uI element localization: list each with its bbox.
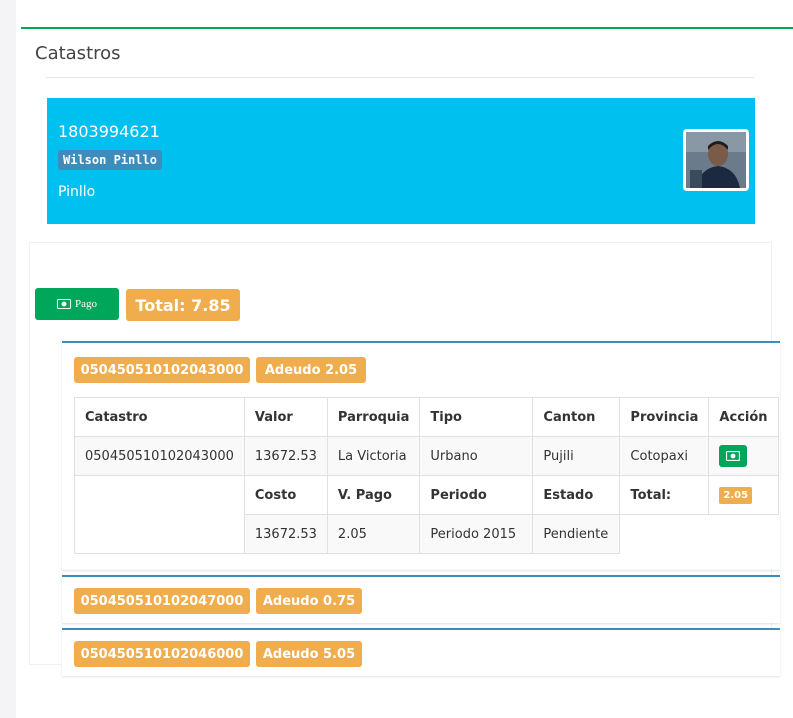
cell-costo: 13672.53 (243, 514, 328, 554)
table-row: 050450510102043000 13672.53 La Victoria … (74, 436, 779, 476)
adeudo-label: Adeudo 2.05 (256, 357, 366, 383)
catastro-code-label: 050450510102046000 (74, 641, 250, 667)
col-parroquia: Parroquia (326, 397, 421, 437)
cell-canton: Pujili (532, 436, 621, 476)
col-costo: Costo (243, 475, 328, 515)
cell-estado: Pendiente (532, 514, 621, 554)
cell-accion (708, 436, 779, 476)
pago-label: Pago (75, 298, 97, 310)
accordion-panel[interactable]: 050450510102047000 Adeudo 0.75 (62, 575, 780, 623)
empty-cell (619, 514, 709, 554)
col-total: Total: (619, 475, 710, 515)
cell-catastro: 050450510102043000 (74, 436, 245, 476)
catastro-table: Catastro Valor Parroquia Tipo Canton Pro… (74, 397, 779, 554)
cell-tipo: Urbano (419, 436, 534, 476)
avatar (683, 129, 749, 191)
cell-subtotal: 2.05 (708, 475, 779, 515)
col-vpago: V. Pago (326, 475, 421, 515)
profile-id: 1803994621 (58, 122, 160, 141)
pago-button[interactable]: Pago (35, 288, 119, 320)
pay-button[interactable] (719, 445, 748, 467)
profile-box: 1803994621 Wilson Pinllo Pinllo (47, 98, 755, 224)
table-subheader-row: Costo V. Pago Periodo Estado Total: 2.05 (74, 475, 779, 554)
card-title: Catastros (35, 43, 121, 64)
cell-valor: 13672.53 (243, 436, 328, 476)
avatar-image (686, 132, 746, 188)
cell-periodo: Periodo 2015 (419, 514, 534, 554)
col-valor: Valor (243, 397, 328, 437)
col-provincia: Provincia (619, 397, 710, 437)
col-tipo: Tipo (419, 397, 534, 437)
col-catastro: Catastro (74, 397, 245, 437)
cell-parroquia: La Victoria (326, 436, 421, 476)
accordion-panel[interactable]: 050450510102046000 Adeudo 5.05 (62, 628, 780, 676)
catastro-code-label: 050450510102047000 (74, 588, 250, 614)
col-canton: Canton (532, 397, 621, 437)
profile-subtitle: Pinllo (58, 184, 96, 200)
empty-cell (708, 514, 779, 554)
col-periodo: Periodo (419, 475, 534, 515)
accordion-panel[interactable]: 050450510102043000 Adeudo 2.05 Catastro … (62, 341, 780, 570)
profile-name-badge: Wilson Pinllo (58, 150, 162, 170)
subtotal-badge: 2.05 (719, 486, 753, 504)
money-icon (57, 299, 71, 309)
money-icon (726, 451, 741, 461)
empty-cell (74, 475, 245, 554)
adeudo-label: Adeudo 0.75 (256, 588, 362, 614)
col-estado: Estado (532, 475, 621, 515)
table-header-row: Catastro Valor Parroquia Tipo Canton Pro… (74, 397, 779, 437)
cell-provincia: Cotopaxi (619, 436, 710, 476)
cell-vpago: 2.05 (326, 514, 421, 554)
col-accion: Acción (708, 397, 779, 437)
divider (46, 77, 754, 78)
total-label: Total: 7.85 (126, 289, 240, 321)
catastro-code-label: 050450510102043000 (74, 357, 250, 383)
adeudo-label: Adeudo 5.05 (256, 641, 362, 667)
